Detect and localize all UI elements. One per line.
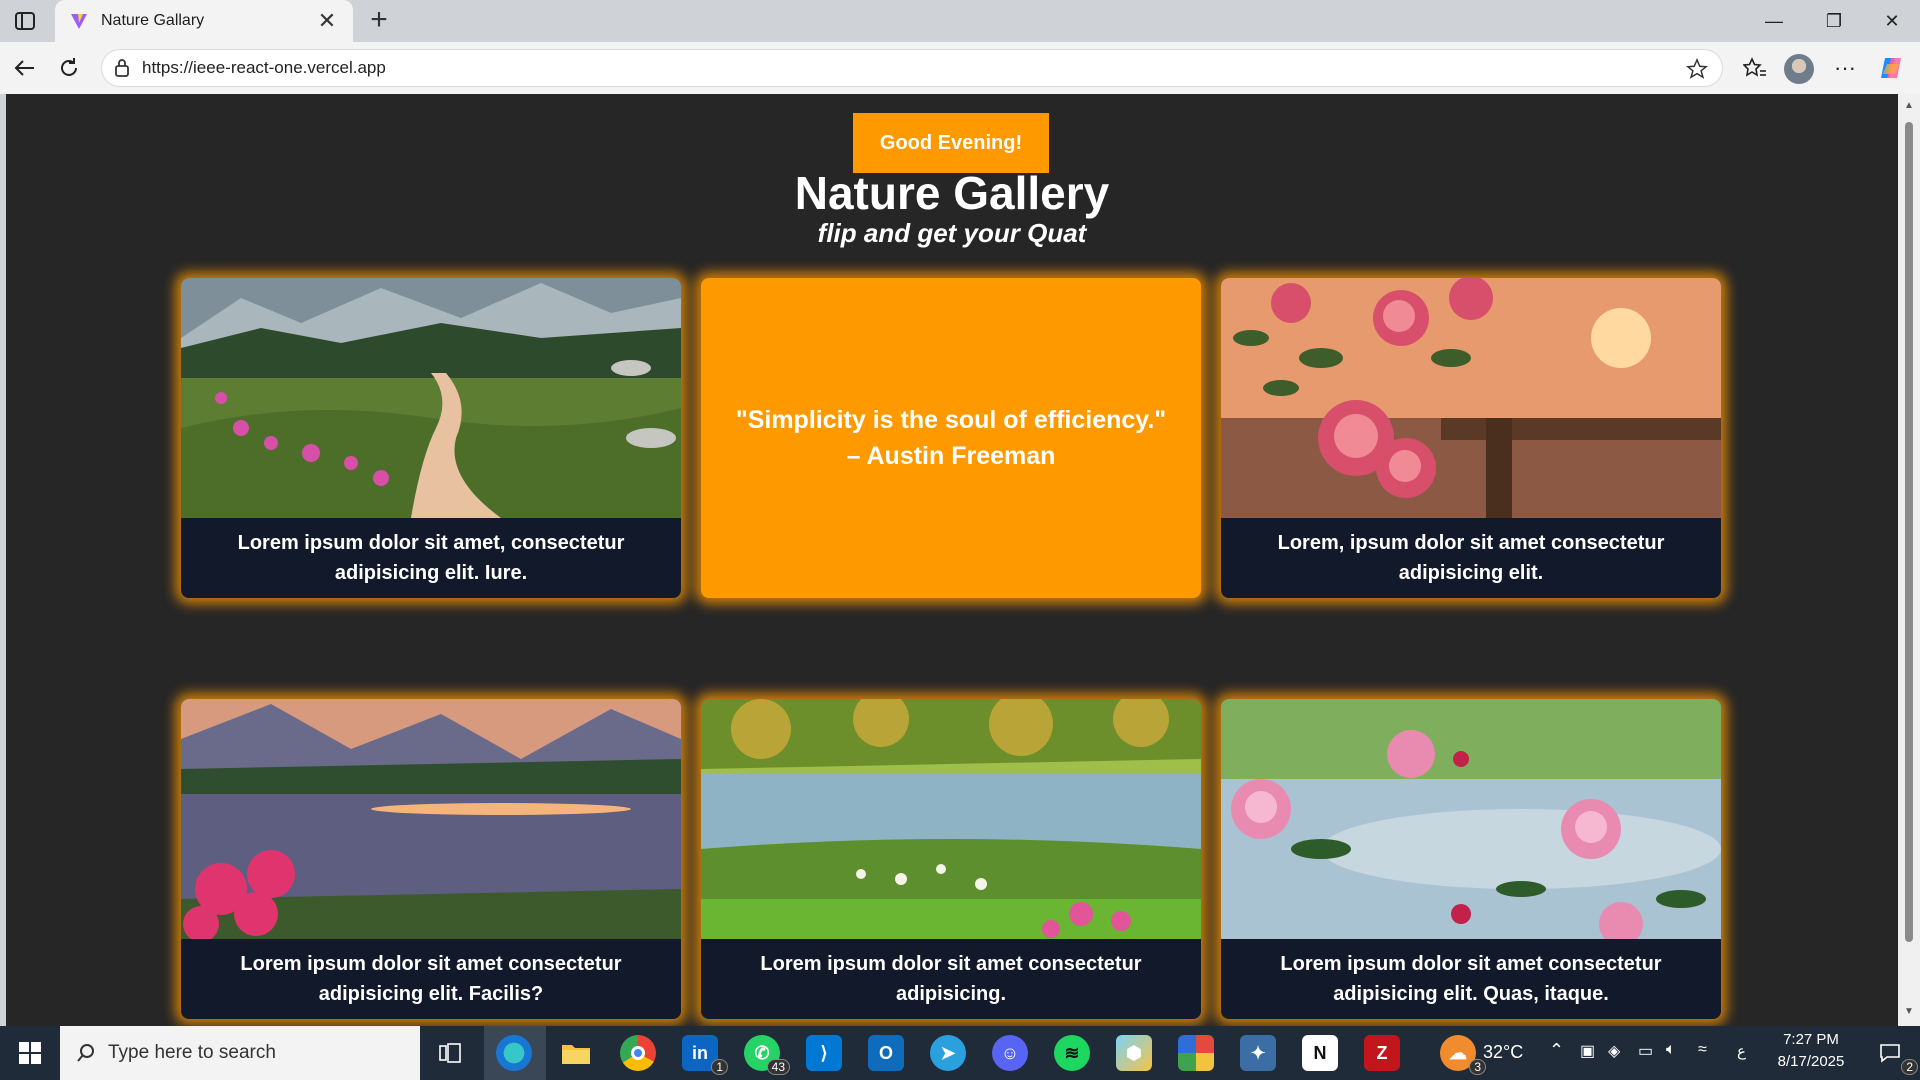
url-text[interactable]: https://ieee-react-one.vercel.app xyxy=(142,58,386,78)
discord-icon[interactable]: ☺ xyxy=(992,1035,1028,1071)
app-blocks-icon[interactable] xyxy=(1178,1035,1214,1071)
address-bar[interactable]: https://ieee-react-one.vercel.app xyxy=(101,49,1723,87)
search-icon xyxy=(77,1044,94,1062)
vscode-icon[interactable]: ⟩ xyxy=(806,1035,842,1071)
edge-icon[interactable] xyxy=(496,1035,532,1071)
favorites-icon[interactable] xyxy=(1738,51,1772,85)
back-button[interactable] xyxy=(7,51,41,85)
scroll-down-icon[interactable]: ▼ xyxy=(1903,1006,1915,1018)
gallery-card-6[interactable]: Lorem ipsum dolor sit amet consectetur a… xyxy=(1221,699,1721,1019)
app-hex-icon[interactable]: ⬢ xyxy=(1116,1035,1152,1071)
notification-badge: 2 xyxy=(1901,1059,1918,1075)
chrome-icon[interactable] xyxy=(620,1035,656,1071)
taskbar-search-box[interactable]: Type here to search xyxy=(60,1026,420,1080)
gallery-card-quote[interactable]: "Simplicity is the soul of efficiency." … xyxy=(701,278,1201,598)
tab-close-icon[interactable]: ✕ xyxy=(315,8,339,34)
pond-meadow-image xyxy=(701,699,1201,939)
filezilla-icon[interactable]: Z xyxy=(1364,1035,1400,1071)
navigation-bar: https://ieee-react-one.vercel.app ··· xyxy=(0,42,1920,94)
whatsapp-badge: 43 xyxy=(766,1059,790,1075)
windows-start-icon[interactable] xyxy=(0,1026,60,1080)
restore-button[interactable]: ❐ xyxy=(1806,0,1862,42)
card-caption: Lorem ipsum dolor sit amet consectetur a… xyxy=(240,953,622,1005)
linkedin-icon[interactable]: in 1 xyxy=(682,1035,728,1075)
tab-strip: Nature Gallary ✕ + — ❐ ✕ xyxy=(0,0,1920,42)
lake-roses-image xyxy=(1221,699,1721,939)
card-caption: Lorem ipsum dolor sit amet, consectetur … xyxy=(237,532,625,584)
tray-device-icon[interactable]: ▣ xyxy=(1580,1041,1595,1061)
vite-favicon-icon xyxy=(71,14,87,29)
new-tab-button[interactable]: + xyxy=(362,4,396,38)
clock-time: 7:27 PM xyxy=(1783,1031,1839,1048)
minimize-button[interactable]: — xyxy=(1746,0,1802,42)
clock-date: 8/17/2025 xyxy=(1777,1053,1845,1070)
battery-icon[interactable]: ▭ xyxy=(1638,1041,1653,1061)
app-bird-icon[interactable]: ✦ xyxy=(1240,1035,1276,1071)
profile-avatar[interactable] xyxy=(1784,54,1814,84)
card-caption: Lorem ipsum dolor sit amet consectetur a… xyxy=(760,953,1142,1005)
card-caption: Lorem ipsum dolor sit amet consectetur a… xyxy=(1280,953,1662,1005)
gallery-card-1[interactable]: Lorem ipsum dolor sit amet, consectetur … xyxy=(181,278,681,598)
scroll-up-icon[interactable]: ▲ xyxy=(1903,100,1915,112)
meadow-stream-image xyxy=(181,278,681,518)
tab-title: Nature Gallary xyxy=(101,12,205,29)
site-info-icon[interactable] xyxy=(114,59,130,77)
file-explorer-icon[interactable] xyxy=(558,1035,594,1071)
browser-tab-active[interactable]: Nature Gallary ✕ xyxy=(55,0,353,42)
page-title: Nature Gallery xyxy=(794,167,1110,219)
volume-icon[interactable]: 🔈︎ xyxy=(1666,1041,1676,1059)
page-viewport: Good Evening! Nature Gallery flip and ge… xyxy=(6,94,1898,1026)
tray-security-icon[interactable]: ◈ xyxy=(1608,1041,1620,1061)
vertical-scrollbar[interactable]: ▲ ▼ xyxy=(1898,94,1920,1026)
temperature-text[interactable]: 32°C xyxy=(1483,1042,1523,1063)
refresh-button[interactable] xyxy=(52,51,86,85)
roses-fence-image xyxy=(1221,278,1721,518)
page-subtitle: flip and get your Quat xyxy=(817,218,1087,248)
weather-icon[interactable]: ☁ 3 xyxy=(1440,1035,1486,1075)
input-language[interactable]: ع xyxy=(1737,1042,1746,1060)
windows-taskbar: Type here to search in 1 ✆ 43 ⟩ O ➤ ☺ ≋ ⬢ … xyxy=(0,1026,1920,1080)
scroll-thumb[interactable] xyxy=(1905,122,1913,942)
gallery-card-4[interactable]: Lorem ipsum dolor sit amet consectetur a… xyxy=(181,699,681,1019)
quote-text: "Simplicity is the soul of efficiency." … xyxy=(735,406,1167,470)
whatsapp-icon[interactable]: ✆ 43 xyxy=(744,1035,790,1075)
tray-chevron-icon[interactable]: ⌃ xyxy=(1549,1040,1564,1061)
outlook-icon[interactable]: O xyxy=(868,1035,904,1071)
notion-icon[interactable]: N xyxy=(1302,1035,1338,1071)
tab-actions-icon[interactable] xyxy=(10,8,40,34)
wifi-icon[interactable]: ≈ xyxy=(1698,1041,1707,1059)
gallery-card-5[interactable]: Lorem ipsum dolor sit amet consectetur a… xyxy=(701,699,1201,1019)
spotify-icon[interactable]: ≋ xyxy=(1054,1035,1090,1071)
copilot-icon[interactable] xyxy=(1874,51,1908,85)
notification-center-icon[interactable]: 2 xyxy=(1872,1035,1918,1075)
task-view-icon[interactable] xyxy=(432,1035,468,1071)
linkedin-badge: 1 xyxy=(711,1059,728,1075)
mountain-lake-image xyxy=(181,699,681,939)
system-clock[interactable]: 7:27 PM 8/17/2025 xyxy=(1756,1029,1866,1073)
favorite-star-icon[interactable] xyxy=(1686,58,1708,80)
more-options-icon[interactable]: ··· xyxy=(1828,51,1862,85)
greeting-button[interactable]: Good Evening! xyxy=(853,113,1049,173)
close-window-button[interactable]: ✕ xyxy=(1864,0,1920,42)
gallery-card-3[interactable]: Lorem, ipsum dolor sit amet consectetur … xyxy=(1221,278,1721,598)
card-caption: Lorem, ipsum dolor sit amet consectetur … xyxy=(1277,532,1665,584)
telegram-icon[interactable]: ➤ xyxy=(930,1035,966,1071)
search-placeholder: Type here to search xyxy=(108,1042,276,1063)
